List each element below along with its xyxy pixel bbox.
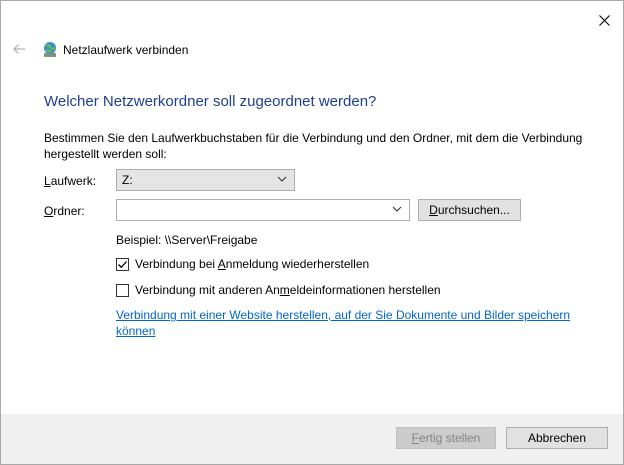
chevron-down-icon [277, 176, 287, 182]
cancel-button[interactable]: Abbrechen [506, 427, 608, 449]
reconnect-checkbox[interactable] [116, 257, 129, 271]
folder-label: Ordner: [44, 204, 85, 218]
other-credentials-option[interactable]: Verbindung mit anderen Anmeldeinformatio… [116, 283, 441, 297]
reconnect-label: Verbindung bei Anmeldung wiederherstelle… [135, 257, 370, 271]
reconnect-option[interactable]: Verbindung bei Anmeldung wiederherstelle… [116, 257, 369, 271]
back-arrow-icon [13, 44, 25, 54]
page-heading: Welcher Netzwerkordner soll zugeordnet w… [44, 93, 377, 110]
close-icon [598, 14, 610, 26]
folder-combobox[interactable] [116, 199, 410, 221]
back-button[interactable] [11, 41, 29, 59]
instruction-text: Bestimmen Sie den Laufwerkbuchstaben für… [44, 131, 583, 161]
drive-select[interactable]: Z: [116, 169, 295, 191]
map-network-drive-dialog: Netzlaufwerk verbinden Welcher Netzwerko… [0, 0, 624, 465]
close-button[interactable] [593, 9, 615, 31]
cancel-button-label: Abbrechen [527, 431, 587, 445]
example-text: Beispiel: \\Server\Freigabe [116, 233, 258, 247]
drive-label: Laufwerk: [44, 174, 97, 188]
network-drive-icon [41, 41, 59, 59]
drive-select-value: Z: [122, 173, 133, 187]
finish-button-label: Fertig stellen [411, 431, 481, 445]
other-credentials-checkbox[interactable] [116, 283, 129, 297]
dialog-footer: Fertig stellen Abbrechen [1, 414, 623, 464]
website-connection-link[interactable]: Verbindung mit einer Website herstellen,… [116, 307, 586, 339]
browse-button[interactable]: Durchsuchen... [418, 199, 521, 221]
finish-button[interactable]: Fertig stellen [396, 427, 496, 449]
browse-button-label: Durchsuchen... [429, 203, 510, 217]
other-credentials-label: Verbindung mit anderen Anmeldeinformatio… [135, 283, 441, 297]
checkmark-icon [118, 260, 127, 268]
dialog-title: Netzlaufwerk verbinden [63, 43, 189, 57]
chevron-down-icon [392, 206, 402, 212]
